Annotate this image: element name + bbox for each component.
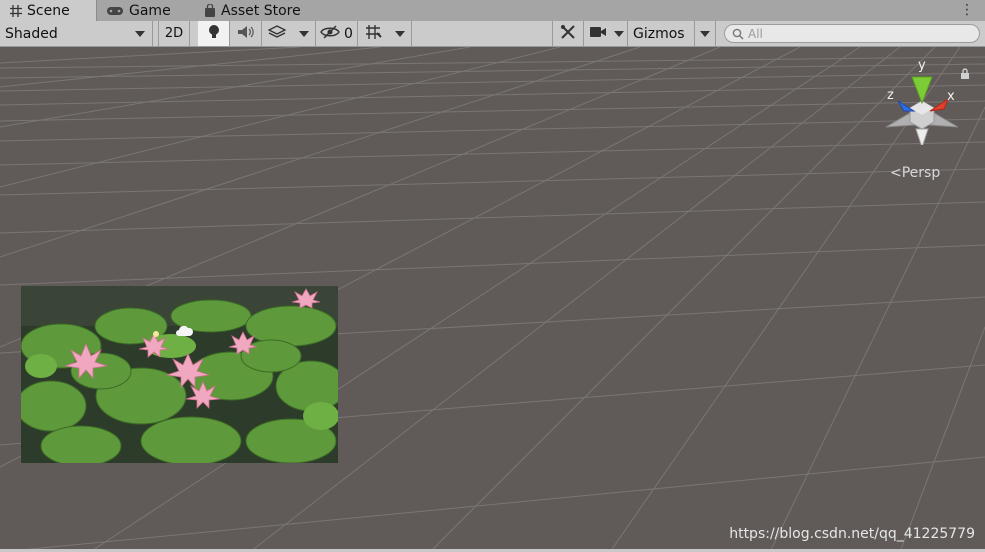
search-field[interactable]	[724, 24, 980, 43]
draw-mode-value: Shaded	[5, 25, 58, 42]
tab-game[interactable]: Game	[106, 0, 198, 21]
toggle-2d-button[interactable]: 2D	[158, 21, 190, 46]
shopping-bag-icon	[204, 3, 216, 18]
window-tab-bar: Scene Game Asset Store ⋮	[0, 0, 985, 21]
projection-label: Persp	[901, 165, 941, 181]
lightbulb-icon	[208, 24, 220, 44]
search-icon	[732, 28, 744, 40]
scene-toolbar: Shaded 2D 0 Gizmos All	[0, 21, 985, 47]
tools-toggle[interactable]	[552, 21, 584, 46]
axis-label-z: z	[887, 88, 894, 103]
watermark-text: https://blog.csdn.net/qq_41225779	[729, 526, 975, 542]
tab-asset-store[interactable]: Asset Store	[204, 0, 324, 21]
gizmos-label: Gizmos	[633, 25, 685, 42]
orientation-gizmo[interactable]: y x z	[880, 55, 964, 149]
toggle-2d-label: 2D	[164, 26, 184, 41]
wrench-cross-icon	[560, 24, 576, 44]
water-lily-image-quad[interactable]	[21, 286, 338, 463]
camera-icon	[589, 26, 607, 42]
axis-label-x: x	[947, 89, 955, 104]
grid-snap-icon	[365, 24, 383, 44]
chevron-down-icon	[394, 30, 405, 37]
hash-grid-icon	[10, 4, 22, 17]
gamepad-icon	[106, 5, 124, 17]
gizmos-dropdown[interactable]	[694, 21, 716, 46]
tab-game-label: Game	[129, 2, 171, 19]
gizmos-button[interactable]: Gizmos	[630, 21, 694, 46]
water-lily-image	[21, 286, 338, 463]
tab-scene-label: Scene	[27, 2, 70, 19]
hidden-object-count: 0	[344, 25, 353, 42]
projection-toggle[interactable]: <Persp	[890, 165, 940, 181]
scene-lighting-toggle[interactable]	[198, 21, 230, 46]
scene-effects-dropdown[interactable]	[292, 21, 316, 46]
scene-audio-toggle[interactable]	[230, 21, 262, 46]
grid-snapping-toggle[interactable]	[360, 21, 388, 46]
camera-settings-button[interactable]	[586, 21, 610, 46]
axis-label-y: y	[918, 58, 926, 73]
speaker-icon	[237, 25, 255, 43]
scene-visibility-toggle[interactable]: 0	[316, 21, 358, 46]
chevron-down-icon	[135, 30, 145, 37]
camera-settings-dropdown[interactable]	[610, 21, 628, 46]
tab-scene[interactable]: Scene	[0, 0, 97, 21]
search-input[interactable]	[744, 26, 968, 41]
grid-snapping-dropdown[interactable]	[388, 21, 412, 46]
draw-mode-dropdown[interactable]: Shaded	[0, 21, 153, 46]
chevron-down-icon	[613, 30, 624, 37]
scene-viewport[interactable]: y x z <Persp https://blog.csdn.net/qq_41…	[0, 47, 985, 552]
layers-effects-icon	[267, 24, 287, 43]
eye-hidden-icon	[320, 24, 340, 43]
chevron-down-icon	[298, 30, 309, 37]
chevron-down-icon	[700, 30, 710, 37]
perspective-icon: <	[890, 165, 902, 181]
lock-icon[interactable]	[960, 65, 970, 84]
scene-effects-toggle[interactable]	[264, 21, 290, 46]
tab-asset-store-label: Asset Store	[221, 2, 301, 19]
more-options-icon[interactable]: ⋮	[960, 2, 974, 18]
